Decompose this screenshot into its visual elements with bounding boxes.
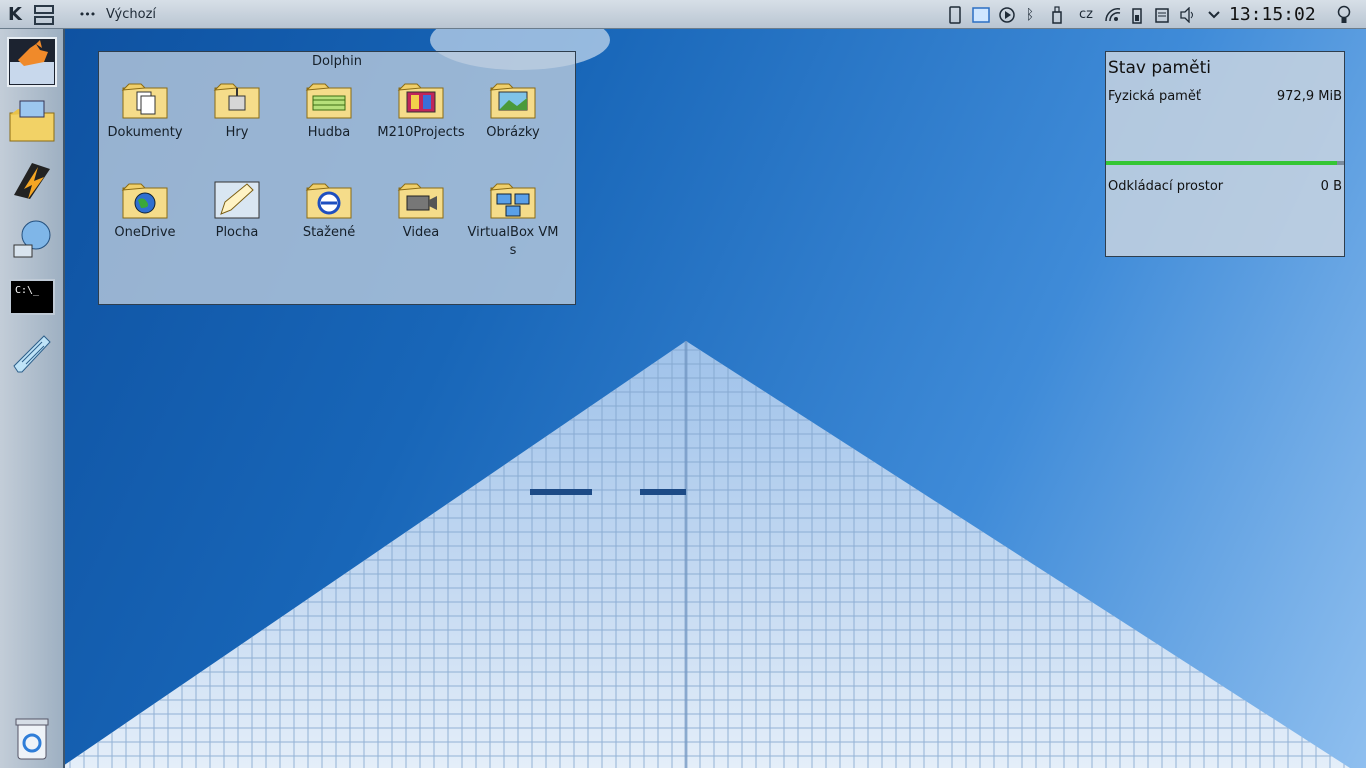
clipboard-icon[interactable]: [970, 0, 992, 29]
dolphin-folder-widget[interactable]: Dolphin Dokumenty Hry Hudba M210Projects…: [98, 51, 576, 305]
clock[interactable]: 13:15:02: [1229, 0, 1316, 29]
physical-memory-value: 972,9 MiB: [1276, 89, 1342, 104]
memory-status-widget[interactable]: Stav paměti Fyzická paměť 972,9 MiB Odkl…: [1105, 51, 1345, 257]
physical-memory-bar: [1106, 161, 1337, 165]
folder-label: OneDrive: [114, 225, 176, 240]
documents-folder-icon: [121, 80, 169, 120]
games-folder-icon: [213, 80, 261, 120]
wifi-icon[interactable]: [1103, 0, 1123, 29]
activity-label[interactable]: Výchozí: [106, 0, 156, 29]
folder-label: Plocha: [215, 225, 259, 240]
file-manager-icon[interactable]: [7, 96, 57, 146]
widget-title: Stav paměti: [1108, 58, 1211, 78]
swap-label: Odkládací prostor: [1108, 179, 1224, 194]
folder-label: Hudba: [307, 125, 351, 140]
desktop-folder-icon: [213, 180, 261, 220]
left-dock: C:\_: [0, 29, 65, 768]
volume-icon[interactable]: [1178, 0, 1198, 29]
projects-folder-icon: [397, 80, 445, 120]
virtualbox-folder-icon: [489, 180, 537, 220]
phone-icon[interactable]: [946, 0, 964, 29]
swap-value: 0 B: [1320, 179, 1342, 194]
folder-dokumenty[interactable]: Dokumenty: [99, 80, 191, 142]
folder-label: Videa: [402, 225, 440, 240]
usb-device-icon[interactable]: [1048, 0, 1066, 29]
launcher-button[interactable]: [7, 37, 57, 87]
battery-icon[interactable]: [1129, 0, 1145, 29]
winamp-icon[interactable]: [7, 156, 57, 206]
activity-dots-icon[interactable]: •••: [78, 0, 96, 29]
folder-virtualbox-vms[interactable]: VirtualBox VMs: [467, 180, 559, 260]
media-play-icon[interactable]: [997, 0, 1017, 29]
show-desktop-icon[interactable]: [32, 0, 56, 29]
notepad-icon[interactable]: [7, 329, 57, 379]
folder-plocha[interactable]: Plocha: [191, 180, 283, 242]
folder-label: Hry: [225, 125, 249, 140]
fox-logo-icon: [10, 40, 54, 84]
terminal-prompt: C:\_: [9, 279, 55, 315]
folder-label: M210Projects: [377, 125, 465, 140]
folder-m210projects[interactable]: M210Projects: [375, 80, 467, 142]
folder-label: Stažené: [302, 225, 356, 240]
folder-obrazky[interactable]: Obrázky: [467, 80, 559, 142]
bluetooth-icon[interactable]: ᛒ: [1022, 0, 1038, 29]
widget-title: Dolphin: [312, 54, 362, 69]
pictures-folder-icon: [489, 80, 537, 120]
physical-memory-label: Fyzická paměť: [1108, 89, 1201, 104]
network-icon[interactable]: [7, 214, 57, 264]
folder-hudba[interactable]: Hudba: [283, 80, 375, 142]
kde-menu-icon[interactable]: K: [4, 0, 26, 29]
folder-label: Obrázky: [486, 125, 540, 140]
music-folder-icon: [305, 80, 353, 120]
folder-label: VirtualBox VMs: [467, 225, 559, 258]
top-panel: K ••• Výchozí ᛒ cz 13:15:02: [0, 0, 1366, 29]
folder-hry[interactable]: Hry: [191, 80, 283, 142]
downloads-folder-icon: [305, 180, 353, 220]
trash-icon[interactable]: [7, 714, 57, 764]
keyboard-layout-indicator[interactable]: cz: [1076, 0, 1096, 29]
folder-label: Dokumenty: [107, 125, 183, 140]
folder-onedrive[interactable]: OneDrive: [99, 180, 191, 242]
videos-folder-icon: [397, 180, 445, 220]
lightbulb-icon[interactable]: [1334, 0, 1354, 29]
terminal-icon[interactable]: C:\_: [7, 272, 57, 322]
folder-videa[interactable]: Videa: [375, 180, 467, 242]
chevron-down-icon[interactable]: [1206, 0, 1222, 29]
onedrive-folder-icon: [121, 180, 169, 220]
folder-stazene[interactable]: Stažené: [283, 180, 375, 242]
notifications-icon[interactable]: [1152, 0, 1172, 29]
